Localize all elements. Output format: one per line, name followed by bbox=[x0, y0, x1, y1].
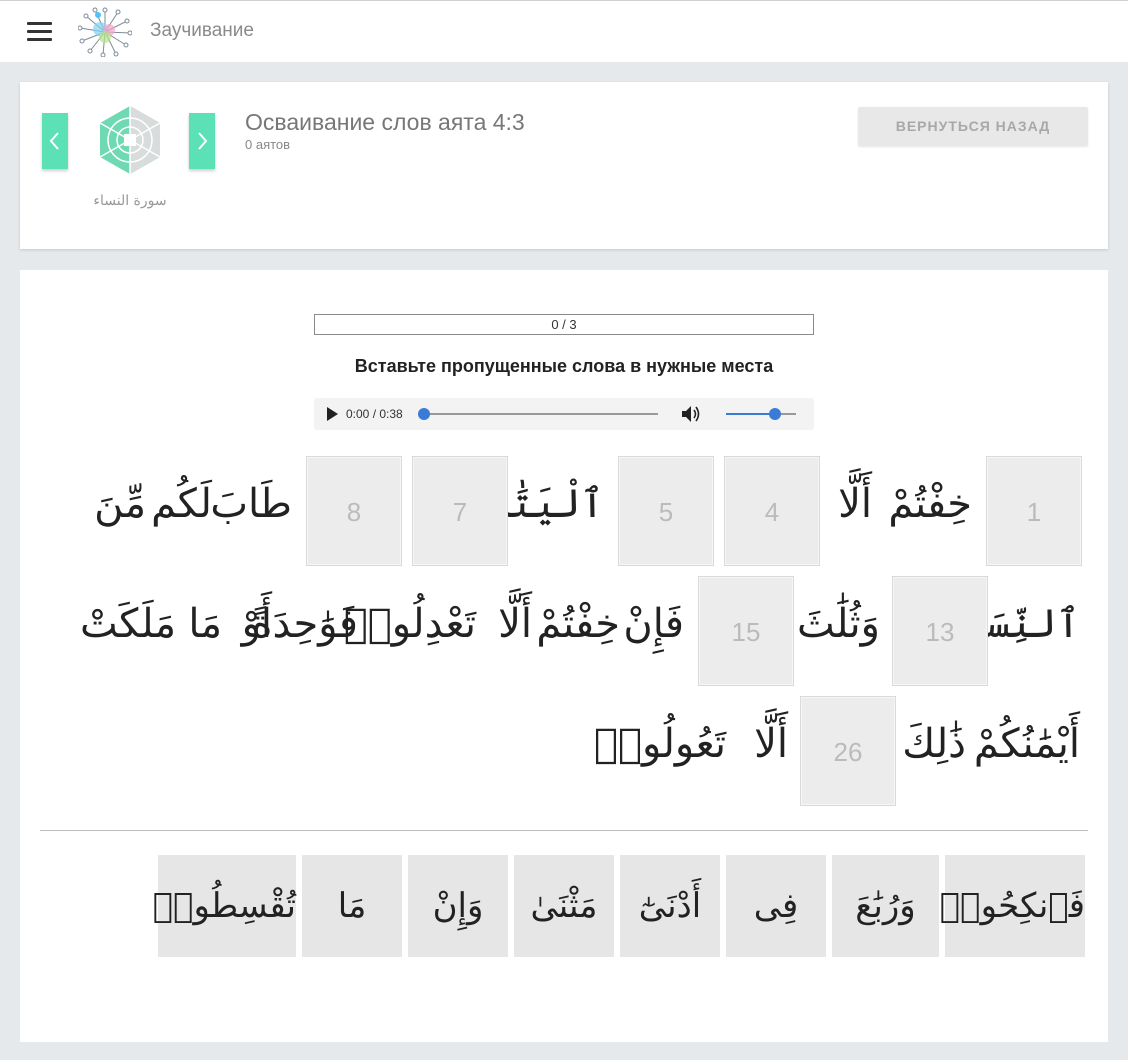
drop-slot-8[interactable]: 8 bbox=[306, 456, 402, 566]
chevron-left-icon bbox=[49, 132, 59, 150]
verse-word: أَلَّا bbox=[754, 721, 788, 767]
verse-word: لَكُم bbox=[151, 481, 212, 527]
chevron-right-icon bbox=[198, 132, 208, 150]
word-bank-item[interactable]: وَإِنْ bbox=[408, 855, 508, 957]
previous-ayah-button[interactable] bbox=[42, 113, 68, 169]
verse-word: ذَٰلِكَ bbox=[902, 721, 966, 767]
drop-slot-4[interactable]: 4 bbox=[724, 456, 820, 566]
drop-slot-26[interactable]: 26 bbox=[800, 696, 896, 806]
volume-level bbox=[726, 413, 775, 415]
volume-icon[interactable] bbox=[680, 404, 702, 424]
drop-slot-13[interactable]: 13 bbox=[892, 576, 988, 686]
drop-slot-7[interactable]: 7 bbox=[412, 456, 508, 566]
verse-word: مَلَكَتْ bbox=[79, 601, 176, 647]
verse-word: مِّنَ bbox=[94, 481, 146, 527]
seek-bar[interactable] bbox=[422, 413, 658, 415]
page-title: Осваивание слов аята 4:3 bbox=[245, 109, 525, 135]
ayah-count: 0 аятов bbox=[245, 137, 291, 152]
verse-word: طَابَ bbox=[210, 481, 292, 527]
starburst-logo-icon[interactable] bbox=[78, 7, 132, 57]
verse-word: أَيْمَٰنُكُمْ bbox=[973, 721, 1080, 767]
verse-word: تَعُولُوا۟ bbox=[594, 721, 726, 767]
verse-word: خِفْتُمْ bbox=[888, 481, 972, 527]
word-bank-item[interactable]: وَرُبَٰعَ bbox=[832, 855, 939, 957]
hamburger-menu-icon[interactable] bbox=[27, 22, 52, 42]
verse-word: مَا bbox=[188, 601, 222, 647]
verse-word: وَثُلَٰثَ bbox=[797, 601, 880, 647]
drop-slot-5[interactable]: 5 bbox=[618, 456, 714, 566]
drop-slot-15[interactable]: 15 bbox=[698, 576, 794, 686]
drop-slot-1[interactable]: 1 bbox=[986, 456, 1082, 566]
verse-word: خِفْتُمْ bbox=[536, 601, 620, 647]
play-icon[interactable] bbox=[326, 407, 338, 421]
verse-word: تَعْدِلُوا۟ bbox=[343, 601, 476, 647]
back-button[interactable]: ВЕРНУТЬСЯ НАЗАД bbox=[858, 107, 1088, 146]
audio-time: 0:00 / 0:38 bbox=[346, 407, 403, 421]
word-bank-item[interactable]: مَثْنَىٰ bbox=[514, 855, 614, 957]
verse-word: أَوْ bbox=[241, 601, 272, 647]
verse-word: فَإِنْ bbox=[623, 601, 684, 647]
word-bank-item[interactable]: تُقْسِطُوا۟ bbox=[153, 855, 296, 957]
instruction-text: Вставьте пропущенные слова в нужные мест… bbox=[354, 356, 774, 376]
top-bar: Заучивание bbox=[0, 0, 1128, 62]
progress-bar: 0 / 3 bbox=[314, 314, 814, 335]
divider bbox=[40, 830, 1088, 831]
word-bank-item[interactable]: مَا bbox=[302, 855, 402, 957]
volume-thumb[interactable] bbox=[769, 408, 781, 420]
surah-name: سورة النساء bbox=[93, 193, 167, 209]
verse-word: أَلَّا bbox=[498, 601, 532, 647]
surah-emblem-icon bbox=[99, 106, 161, 174]
verse-word: أَلَّا bbox=[838, 481, 872, 527]
audio-player: 0:00 / 0:38 bbox=[314, 398, 814, 430]
word-bank-item[interactable]: أَدْنَىٰٓ bbox=[620, 855, 720, 957]
surah-card: سورة النساء Осваивание слов аята 4:3 0 а… bbox=[20, 82, 1108, 249]
seek-thumb[interactable] bbox=[418, 408, 430, 420]
exercise-card: 0 / 3 Вставьте пропущенные слова в нужны… bbox=[20, 270, 1108, 1042]
word-bank-item[interactable]: فَٱنكِحُوا۟ bbox=[940, 855, 1085, 957]
app-title: Заучивание bbox=[150, 20, 254, 41]
word-bank-item[interactable]: فِى bbox=[726, 855, 826, 957]
next-ayah-button[interactable] bbox=[189, 113, 215, 169]
